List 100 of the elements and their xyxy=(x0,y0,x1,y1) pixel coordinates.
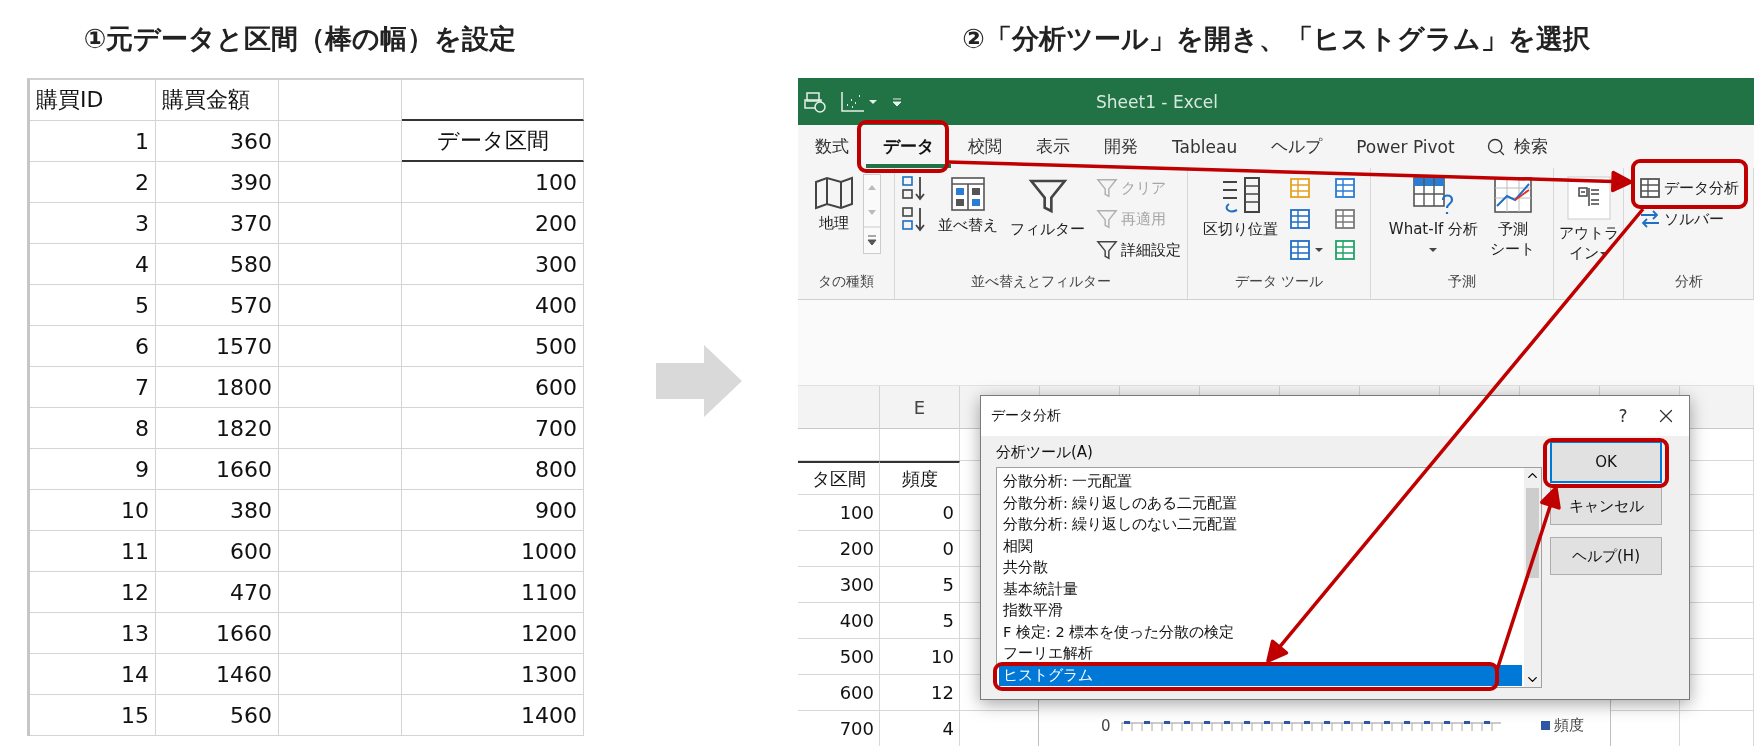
dialog-button[interactable]: ヘルプ(H) xyxy=(1550,537,1662,575)
table-cell: 360 xyxy=(156,121,279,162)
filter-icon xyxy=(1096,239,1118,261)
table-cell: 300 xyxy=(402,244,584,285)
table-cell: 700 xyxy=(402,408,584,449)
ribbon-tab[interactable]: 開発 xyxy=(1087,125,1155,168)
ribbon-tab[interactable]: Power Pivot xyxy=(1339,125,1472,168)
table-cell: 1570 xyxy=(156,326,279,367)
right-arrow-icon xyxy=(656,345,742,417)
column-header: データ区間 xyxy=(402,121,584,162)
column-header: 購買金額 xyxy=(156,80,279,121)
group-label: 予測 xyxy=(1448,273,1476,291)
map-icon xyxy=(814,176,854,210)
customize-toolbar-icon xyxy=(892,95,902,108)
table-cell: 5 xyxy=(30,285,156,326)
table-icon xyxy=(1289,208,1311,230)
table-cell: 1300 xyxy=(402,654,584,695)
table-cell: 2 xyxy=(30,162,156,203)
ribbon-button[interactable]: ソルバー xyxy=(1636,205,1741,233)
list-label: 分析ツール(A) xyxy=(996,443,1094,463)
group-label: 並べ替えとフィルター xyxy=(971,273,1111,291)
list-item[interactable]: ヒストグラム xyxy=(999,664,1522,686)
ribbon-tab[interactable]: 数式 xyxy=(798,125,866,168)
table-cell: 400 xyxy=(402,285,584,326)
table-icon xyxy=(1289,239,1311,261)
scatter-chart-icon xyxy=(840,90,878,113)
table-cell: 1000 xyxy=(402,531,584,572)
table-cell: 5 xyxy=(880,603,960,639)
list-box[interactable]: 分散分析: 一元配置 分散分析: 繰り返しのある二元配置 分散分析: 繰り返しのない二元配置 相関 共分散 基本統計量 指数平滑 F 検定: 2 標本を使った分散の検定 フーリエ解析 ヒストグラム xyxy=(996,467,1542,688)
ribbon-tab[interactable]: ヘルプ xyxy=(1254,125,1340,168)
table-cell: 9 xyxy=(30,449,156,490)
chart-legend: 頻度 xyxy=(1540,716,1584,735)
table-cell: 11 xyxy=(30,531,156,572)
table-cell: 8 xyxy=(30,408,156,449)
table-cell: 500 xyxy=(402,326,584,367)
table-cell: 10 xyxy=(30,490,156,531)
table-cell: 600 xyxy=(156,531,279,572)
ribbon-button[interactable]: 詳細設定 xyxy=(1094,236,1183,264)
table-cell: 1400 xyxy=(402,695,584,736)
ribbon-button[interactable]: フィルター xyxy=(1007,174,1088,242)
list-item[interactable]: 分散分析: 一元配置 xyxy=(999,471,1522,493)
table-cell: 100 xyxy=(798,495,880,531)
table-cell: 600 xyxy=(402,367,584,408)
group-label: タの種類 xyxy=(818,273,874,291)
ribbon-button[interactable]: 地理 xyxy=(811,174,857,236)
list-item[interactable]: フーリエ解析 xyxy=(999,643,1522,665)
table-cell: 1660 xyxy=(156,449,279,490)
table-cell: 0 xyxy=(880,531,960,567)
list-item[interactable]: 指数平滑 xyxy=(999,600,1522,622)
ribbon-button[interactable]: データ分析 xyxy=(1636,174,1741,202)
solver-icon xyxy=(1638,210,1661,228)
ribbon-button[interactable]: 区切り位置 xyxy=(1200,174,1281,242)
column-header: E xyxy=(880,386,960,429)
table-icon xyxy=(1334,239,1356,261)
table-cell: 500 xyxy=(798,639,880,675)
list-item[interactable]: 相関 xyxy=(999,535,1522,557)
sort-icon xyxy=(901,174,927,202)
group-label: データ ツール xyxy=(1234,273,1324,291)
table-cell: 12 xyxy=(30,572,156,613)
table-icon xyxy=(1289,177,1311,199)
table-cell: 200 xyxy=(402,203,584,244)
sort-grid-icon xyxy=(950,176,986,212)
list-item[interactable]: 分散分析: 繰り返しのない二元配置 xyxy=(999,514,1522,536)
step-title: ②「分析ツール」を開き、「ヒストグラム」を選択 xyxy=(962,22,1590,56)
list-item[interactable]: F 検定: 2 標本を使った分散の検定 xyxy=(999,621,1522,643)
table-cell: 4 xyxy=(30,244,156,285)
table-cell: 5 xyxy=(880,567,960,603)
ribbon-tab[interactable]: 表示 xyxy=(1019,125,1087,168)
search-button[interactable]: 検索 xyxy=(1471,125,1562,168)
table-cell: 0 xyxy=(880,495,960,531)
window-title: Sheet1 - Excel xyxy=(1096,91,1218,112)
table-cell: 1100 xyxy=(402,572,584,613)
list-item[interactable]: 基本統計量 xyxy=(999,578,1522,600)
table-cell: 3 xyxy=(30,203,156,244)
table-cell: 390 xyxy=(156,162,279,203)
dialog-button[interactable]: キャンセル xyxy=(1550,487,1662,525)
outline-icon xyxy=(1566,176,1611,220)
table-cell: 1660 xyxy=(156,613,279,654)
search-icon xyxy=(1485,136,1506,157)
scrollbar[interactable] xyxy=(1524,468,1541,687)
column-header: 頻度 xyxy=(880,461,960,495)
column-header: 購買ID xyxy=(30,80,156,121)
ribbon-tab[interactable]: Tableau xyxy=(1155,125,1255,168)
filter-icon xyxy=(1096,177,1118,199)
list-item[interactable]: 共分散 xyxy=(999,557,1522,579)
table-cell: 4 xyxy=(880,711,960,746)
dialog-button[interactable]: OK xyxy=(1550,441,1662,483)
ribbon-tab[interactable]: 校閲 xyxy=(951,125,1019,168)
help-button[interactable]: ? xyxy=(1603,398,1643,434)
list-item[interactable]: 分散分析: 繰り返しのある二元配置 xyxy=(999,492,1522,514)
table-cell: 15 xyxy=(30,695,156,736)
filter-icon xyxy=(1096,208,1118,230)
sort-icon xyxy=(901,205,927,233)
table-cell: 600 xyxy=(798,675,880,711)
table-cell: 900 xyxy=(402,490,584,531)
print-preview-icon xyxy=(804,90,826,113)
ribbon-button[interactable]: 並べ替え xyxy=(935,174,1001,238)
table-question-icon xyxy=(1412,176,1455,216)
table-cell: 580 xyxy=(156,244,279,285)
table-cell: 200 xyxy=(798,531,880,567)
